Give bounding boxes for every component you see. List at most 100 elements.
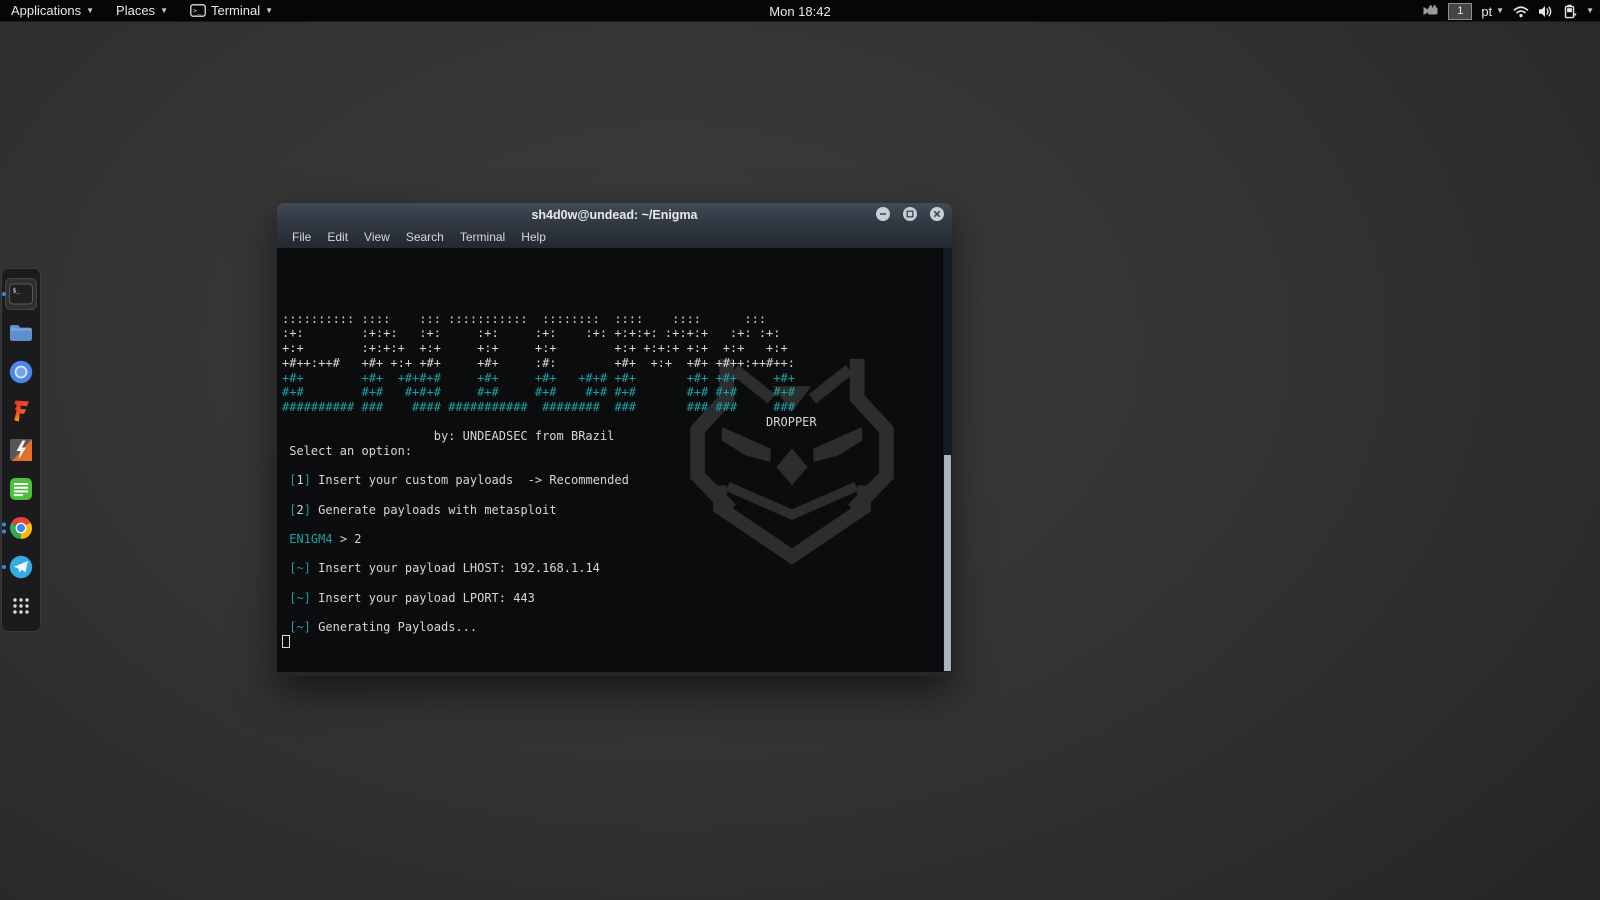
bolt-app-icon: [8, 437, 34, 463]
terminal-text: ]: [303, 473, 311, 488]
system-menu-chevron-icon[interactable]: ▼: [1586, 7, 1594, 15]
terminal-line: +:+ :+:+:+ +:+ +:+ +:+ +:+ +:+:+ +:+ +:+…: [282, 341, 940, 356]
window-menubar: File Edit View Search Terminal Help: [277, 226, 952, 248]
terminal-text: 1: [296, 473, 304, 488]
terminal-line: +#+ +#+ +#+#+# +#+ +#+ +#+# +#+ +#+ +#+ …: [282, 371, 940, 386]
terminal-line: [~] Generating Payloads...: [282, 620, 940, 635]
terminal-text: 2: [296, 502, 304, 517]
desktop: { "topbar": { "applications": "Applicati…: [0, 0, 1600, 900]
menu-help[interactable]: Help: [513, 228, 554, 246]
terminal-line: #+# #+# #+#+# #+# #+# #+# #+# #+# #+# #+…: [282, 385, 940, 400]
dock-item-show-applications[interactable]: [5, 590, 37, 622]
terminal-text: +#++:++# +#+ +:+ +#+ +#+ :#: +#+ +:+ +#+…: [282, 355, 795, 370]
svg-text:$_: $_: [13, 287, 21, 295]
chromium-browser-icon: [8, 359, 34, 385]
terminal-text: Generating Payloads...: [310, 620, 478, 635]
menu-view[interactable]: View: [356, 228, 398, 246]
places-menu[interactable]: Places ▼: [107, 0, 177, 22]
close-button[interactable]: [930, 207, 944, 221]
terminal-text: [~]: [289, 620, 311, 635]
menu-file[interactable]: File: [284, 228, 319, 246]
terminal-text: :+: :+:+: :+: :+: :+: :+: +:+:+: :+:+:+ …: [282, 326, 795, 341]
chevron-down-icon: ▼: [86, 5, 95, 15]
notes-app-icon: [8, 476, 34, 502]
applications-menu[interactable]: Applications ▼: [2, 0, 103, 22]
running-indicator: [2, 565, 6, 569]
terminal-line: +#++:++# +#+ +:+ +#+ +#+ :#: +#+ +:+ +#+…: [282, 356, 940, 371]
app-menu-terminal[interactable]: >_ Terminal ▼: [181, 0, 282, 22]
dock-item-flame-f-app[interactable]: [5, 395, 37, 427]
running-indicator: [2, 522, 6, 534]
terminal-line: [282, 634, 940, 650]
dock-item-terminal[interactable]: $_: [2, 278, 37, 310]
menu-terminal[interactable]: Terminal: [452, 228, 513, 246]
places-menu-label: Places: [116, 3, 156, 18]
dock-item-bolt-app[interactable]: [5, 434, 37, 466]
minimize-button[interactable]: [876, 207, 890, 221]
terminal-body[interactable]: :::::::::: :::: ::: ::::::::::: ::::::::…: [277, 248, 952, 672]
wifi-icon[interactable]: [1513, 5, 1529, 18]
terminal-line: by: UNDEADSEC from BRazil: [282, 429, 940, 444]
clock[interactable]: Mon 18:42: [769, 0, 830, 22]
terminal-line: :::::::::: :::: ::: ::::::::::: ::::::::…: [282, 312, 940, 327]
battery-icon[interactable]: [1563, 4, 1577, 19]
chevron-down-icon: ▼: [1496, 6, 1505, 15]
camera-icon: [1422, 5, 1439, 17]
menu-search[interactable]: Search: [398, 228, 452, 246]
google-chrome-icon: [8, 515, 34, 541]
dock: $_: [1, 268, 41, 632]
scrollbar-thumb[interactable]: [944, 454, 951, 671]
terminal-line: [~] Insert your payload LHOST: 192.168.1…: [282, 561, 940, 576]
show-applications-icon: [8, 593, 34, 619]
terminal-text: +#+ +#+ +#+#+# +#+ +#+ +#+# +#+ +#+ +#+ …: [282, 370, 795, 385]
terminal-text: Insert your custom payloads -> Recommend…: [310, 473, 629, 488]
terminal-text: Insert your payload LHOST: 192.168.1.14: [310, 561, 600, 576]
terminal-text: ########## ### #### ########### ########…: [282, 399, 795, 414]
terminal-text: Generate payloads with metasploit: [310, 502, 557, 517]
keyboard-layout-label: pt: [1481, 3, 1493, 19]
terminal-text: +:+ :+:+:+ +:+ +:+ +:+ +:+ +:+:+ +:+ +:+…: [282, 341, 795, 356]
dock-item-chromium-browser[interactable]: [5, 356, 37, 388]
terminal-line: EN1GM4 > 2: [282, 532, 940, 547]
terminal-scrollbar[interactable]: [942, 248, 952, 672]
dock-item-notes-app[interactable]: [5, 473, 37, 505]
terminal-text: [~]: [289, 590, 311, 605]
window-controls: [876, 207, 944, 221]
window-header: sh4d0w@undead: ~/Enigma File Edit View Sear…: [277, 203, 952, 248]
file-manager-icon: [8, 320, 34, 346]
clock-label: Mon 18:42: [769, 3, 831, 19]
terminal-text: ]: [303, 502, 311, 517]
workspace-indicator[interactable]: 1: [1448, 2, 1473, 20]
dock-item-file-manager[interactable]: [5, 317, 37, 349]
terminal-line: [2] Generate payloads with metasploit: [282, 503, 940, 518]
app-menu-label: Terminal: [210, 3, 261, 18]
terminal-text: Select an option:: [282, 443, 413, 458]
terminal-text: Insert your payload LPORT: 443: [310, 590, 535, 605]
terminal-text: [~]: [289, 561, 311, 576]
terminal-text: :::::::::: :::: ::: ::::::::::: ::::::::…: [282, 311, 795, 326]
window-titlebar[interactable]: sh4d0w@undead: ~/Enigma: [277, 203, 952, 226]
terminal-line: [1] Insert your custom payloads -> Recom…: [282, 473, 940, 488]
terminal-mini-icon: >_: [190, 4, 206, 17]
menu-edit[interactable]: Edit: [319, 228, 356, 246]
chevron-down-icon: ▼: [160, 5, 168, 15]
dock-item-google-chrome[interactable]: [2, 512, 37, 544]
terminal-text: by: UNDEADSEC from BRazil: [282, 429, 615, 444]
top-bar: Applications ▼ Places ▼ >_ Terminal ▼ Mo…: [0, 0, 1600, 22]
flame-f-app-icon: [8, 398, 34, 424]
applications-menu-label: Applications: [11, 3, 82, 18]
terminal-line: DROPPER: [282, 415, 940, 430]
terminal-line: Select an option:: [282, 444, 940, 459]
window-title: sh4d0w@undead: ~/Enigma: [531, 207, 698, 222]
terminal-line: [~] Insert your payload LPORT: 443: [282, 591, 940, 606]
dock-item-telegram[interactable]: [2, 551, 37, 583]
maximize-button[interactable]: [903, 207, 917, 221]
volume-icon[interactable]: [1538, 5, 1554, 18]
keyboard-layout-menu[interactable]: pt ▼: [1481, 4, 1504, 19]
